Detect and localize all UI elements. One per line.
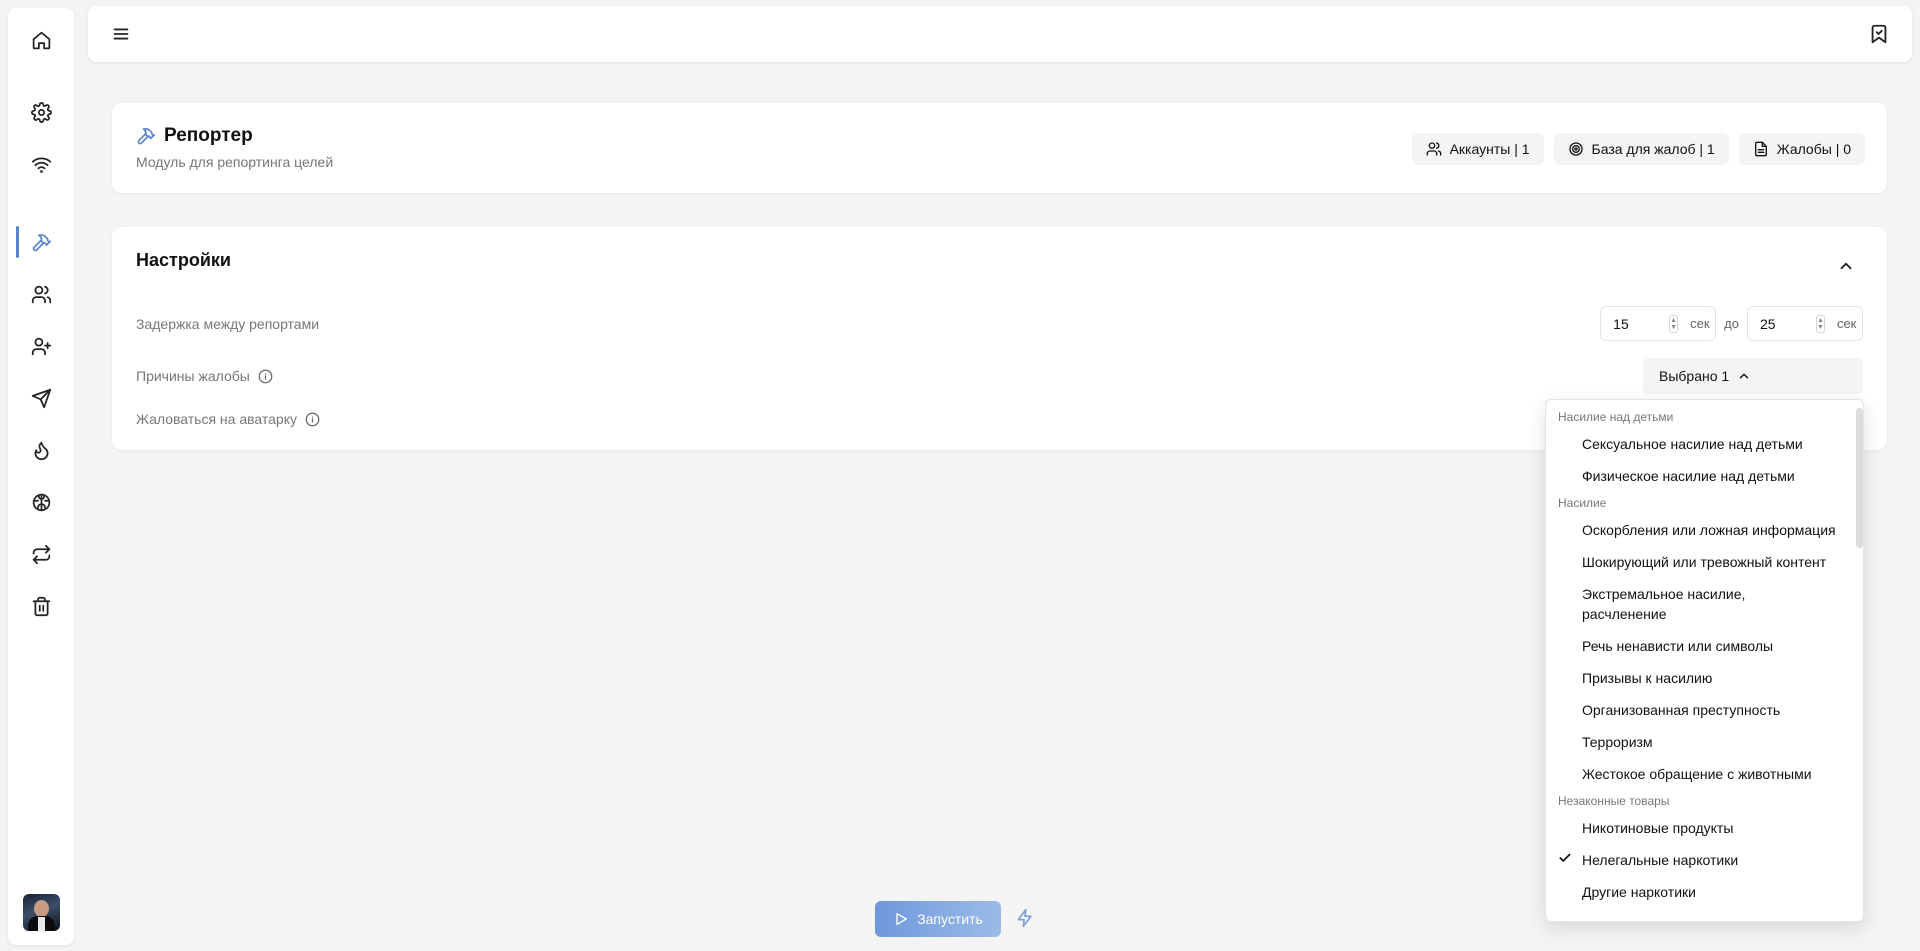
dropdown-option[interactable]: Нелегальные наркотики bbox=[1546, 844, 1863, 876]
dropdown-option[interactable]: Организованная преступность bbox=[1546, 694, 1863, 726]
chevron-up-icon bbox=[1739, 373, 1749, 379]
dropdown-option[interactable]: Другие наркотики bbox=[1546, 876, 1863, 908]
info-icon[interactable] bbox=[305, 412, 320, 427]
dropdown-group-label: Насилие над детьми bbox=[1558, 410, 1674, 424]
chevron-up-icon[interactable] bbox=[1837, 257, 1855, 275]
brain-icon[interactable] bbox=[27, 488, 55, 516]
dropdown-group-label: Насилие bbox=[1558, 496, 1607, 510]
unit-label: сек bbox=[1690, 316, 1710, 331]
stepper-icon[interactable]: ▲ ▼ bbox=[1669, 314, 1679, 333]
dropdown-option-label: Шокирующий или тревожный контент bbox=[1582, 554, 1827, 570]
dropdown-option-label: Организованная преступность bbox=[1582, 702, 1781, 718]
send-icon[interactable] bbox=[27, 384, 55, 412]
run-button[interactable]: Запустить bbox=[875, 901, 1001, 937]
dropdown-option-label: Экстремальное насилие, расчленение bbox=[1582, 586, 1746, 622]
module-title-row: Репортер bbox=[136, 125, 253, 147]
delay-label: Задержка между репортами bbox=[136, 316, 319, 332]
page-title: Репортер bbox=[164, 125, 253, 146]
dropdown-option-label: Нелегальные наркотики bbox=[1582, 852, 1739, 868]
reasons-dropdown: Насилие над детьми Сексуальное насилие на… bbox=[1545, 399, 1864, 922]
reasons-label: Причины жалобы bbox=[136, 368, 273, 384]
dropdown-option-label: Речь ненависти или символы bbox=[1582, 638, 1774, 654]
delay-to-field[interactable]: ▲▼ сек bbox=[1747, 306, 1863, 341]
dropdown-option[interactable]: Физическое насилие над детьми bbox=[1546, 460, 1863, 492]
home-icon[interactable] bbox=[27, 26, 55, 54]
users-icon[interactable] bbox=[27, 280, 55, 308]
dropdown-option-label: Сексуальное насилие над детьми bbox=[1582, 436, 1803, 452]
reports-label: Жалобы | 0 bbox=[1776, 141, 1851, 157]
reasons-label-text: Причины жалобы bbox=[136, 368, 250, 384]
dropdown-option[interactable]: Призывы к насилию bbox=[1546, 662, 1863, 694]
header-actions: Аккаунты | 1 База для жалоб | 1 Жалобы |… bbox=[1411, 133, 1865, 165]
stepper-icon[interactable]: ▲ ▼ bbox=[1816, 314, 1825, 333]
user-plus-icon[interactable] bbox=[27, 332, 55, 360]
dropdown-option-label: Физическое насилие над детьми bbox=[1582, 468, 1795, 484]
repeat-icon[interactable] bbox=[27, 540, 55, 568]
dropdown-option-label: Призывы к насилию bbox=[1582, 670, 1713, 686]
delay-to-input[interactable] bbox=[1760, 315, 1810, 332]
avatar-report-label: Жаловаться на аватарку bbox=[136, 411, 320, 427]
dropdown-option[interactable]: Терроризм bbox=[1546, 726, 1863, 758]
reports-button[interactable]: Жалобы | 0 bbox=[1738, 133, 1865, 165]
dropdown-list: Насилие над детьми Сексуальное насилие на… bbox=[1546, 400, 1863, 908]
avatar-report-label-text: Жаловаться на аватарку bbox=[136, 411, 297, 427]
dropdown-option[interactable]: Оскорбления или ложная информация bbox=[1546, 514, 1863, 546]
dropdown-option-label: Другие наркотики bbox=[1582, 884, 1696, 900]
dropdown-option[interactable]: Сексуальное насилие над детьми bbox=[1546, 428, 1863, 460]
report-base-button[interactable]: База для жалоб | 1 bbox=[1553, 133, 1729, 165]
sidebar bbox=[8, 8, 74, 945]
menu-icon[interactable] bbox=[110, 23, 132, 45]
reasons-select-value: Выбрано 1 bbox=[1659, 368, 1730, 384]
hammer-icon bbox=[137, 128, 156, 145]
top-bar bbox=[88, 6, 1912, 62]
dropdown-option-label: Терроризм bbox=[1582, 734, 1653, 750]
delay-label-text: Задержка между репортами bbox=[136, 316, 320, 332]
trash-icon[interactable] bbox=[27, 592, 55, 620]
dropdown-option[interactable]: Никотиновые продукты bbox=[1546, 812, 1863, 844]
users-icon bbox=[1426, 142, 1441, 156]
active-indicator bbox=[16, 226, 19, 258]
info-icon[interactable] bbox=[258, 369, 273, 384]
bookmark-icon[interactable] bbox=[1868, 23, 1890, 45]
accounts-label: Аккаунты | 1 bbox=[1449, 141, 1530, 157]
reasons-select[interactable]: Выбрано 1 bbox=[1643, 358, 1863, 394]
delay-from-input[interactable] bbox=[1613, 315, 1664, 332]
accounts-button[interactable]: Аккаунты | 1 bbox=[1411, 133, 1544, 165]
lightning-icon[interactable] bbox=[1015, 908, 1037, 930]
wifi-icon[interactable] bbox=[27, 150, 55, 178]
dropdown-option[interactable]: Речь ненависти или символы bbox=[1546, 630, 1863, 662]
check-icon bbox=[1559, 853, 1571, 862]
dropdown-option-label: Оскорбления или ложная информация bbox=[1582, 522, 1836, 538]
hammer-icon[interactable] bbox=[27, 228, 55, 256]
delay-from-field[interactable]: ▲▼ сек bbox=[1600, 306, 1717, 341]
avatar[interactable] bbox=[23, 894, 60, 931]
play-icon bbox=[896, 913, 908, 925]
dropdown-option[interactable]: Шокирующий или тревожный контент bbox=[1546, 546, 1863, 578]
file-icon bbox=[1754, 141, 1767, 157]
flame-icon[interactable] bbox=[27, 436, 55, 464]
page-subtitle: Модуль для репортинга целей bbox=[136, 154, 334, 170]
settings-title: Настройки bbox=[136, 250, 231, 270]
module-header-card: Репортер Модуль для репортинга целей Акк… bbox=[112, 103, 1887, 193]
dropdown-group-label: Незаконные товары bbox=[1558, 794, 1670, 808]
dropdown-option-label: Жестокое обращение с животными bbox=[1582, 766, 1812, 782]
dropdown-option[interactable]: Экстремальное насилие, расчленение bbox=[1546, 578, 1863, 630]
report-base-label: База для жалоб | 1 bbox=[1591, 141, 1715, 157]
range-to-label: до bbox=[1724, 316, 1739, 331]
unit-label: сек bbox=[1836, 316, 1857, 331]
target-icon bbox=[1568, 142, 1583, 156]
delay-range: ▲▼ сек до ▲▼ сек bbox=[1600, 306, 1863, 341]
gear-icon[interactable] bbox=[27, 98, 55, 126]
run-label: Запустить bbox=[917, 911, 983, 927]
dropdown-option[interactable]: Жестокое обращение с животными bbox=[1546, 758, 1863, 790]
dropdown-option-label: Никотиновые продукты bbox=[1582, 820, 1734, 836]
